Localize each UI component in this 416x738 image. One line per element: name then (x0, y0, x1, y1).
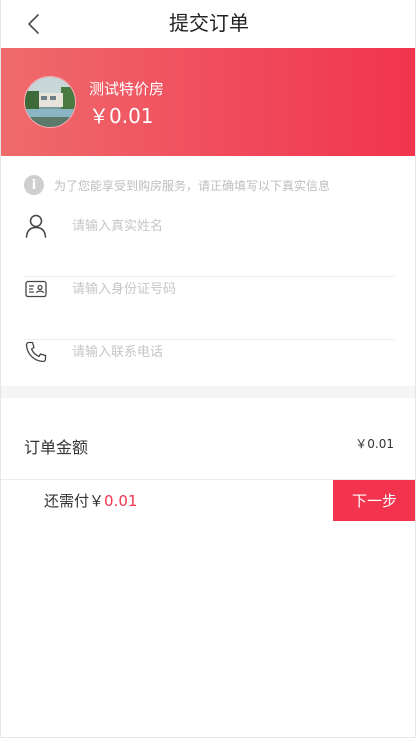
id-number-input[interactable] (72, 277, 372, 301)
product-price: ￥0.01 (89, 104, 154, 128)
notice-text: 为了您能享受到购房服务，请正确填写以下真实信息 (54, 178, 331, 193)
next-step-button[interactable]: 下一步 (333, 480, 415, 521)
phone-input[interactable] (72, 340, 372, 364)
order-amount-label: 订单金额 (24, 438, 89, 457)
payment-bar: 还需付￥0.01 下一步 (1, 480, 415, 521)
id-field-row (24, 277, 394, 340)
product-name: 测试特价房 (89, 80, 165, 98)
real-name-input[interactable] (72, 214, 372, 238)
order-amount-value: ￥0.01 (355, 437, 394, 451)
need-pay-label: 还需付￥ (44, 492, 105, 510)
user-icon (24, 214, 48, 238)
order-amount-row: 订单金额 ￥0.01 (24, 432, 394, 457)
product-thumbnail (24, 76, 76, 128)
need-pay-text: 还需付￥0.01 (44, 490, 137, 511)
id-card-icon (24, 277, 48, 301)
phone-icon (24, 340, 48, 364)
page-title: 提交订单 (169, 11, 249, 35)
need-pay-amount: 0.01 (104, 492, 138, 510)
product-banner: 测试特价房 ￥0.01 (1, 48, 415, 156)
info-icon: i (24, 175, 44, 195)
section-divider (1, 386, 415, 398)
name-field-row (24, 214, 394, 277)
page-frame: 提交订单 测试特价房 ￥0.01 i 为了您能享受到购房服务，请正确填写以下真实… (0, 0, 416, 738)
top-nav: 提交订单 (1, 0, 415, 48)
info-notice: i 为了您能享受到购房服务，请正确填写以下真实信息 (24, 174, 330, 196)
